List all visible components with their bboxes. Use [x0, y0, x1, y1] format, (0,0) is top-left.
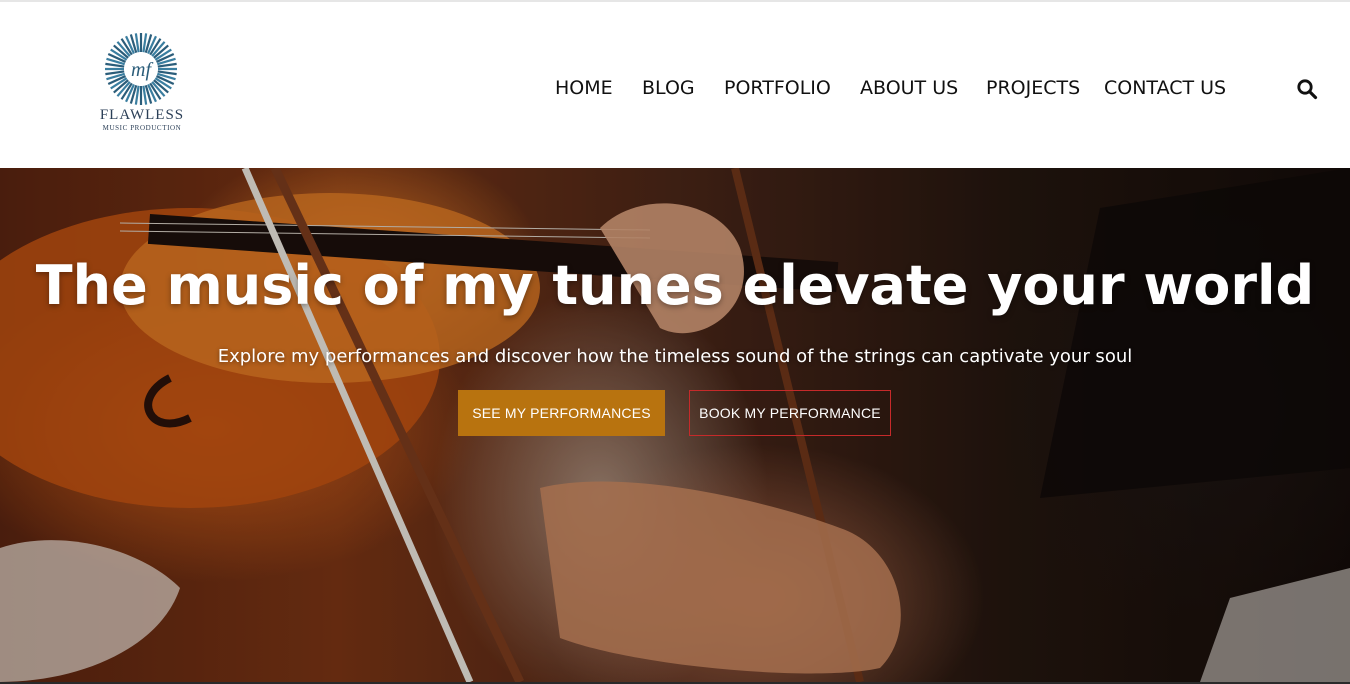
book-my-performance-button[interactable]: BOOK MY PERFORMANCE: [689, 390, 891, 436]
logo-monogram: mf: [131, 59, 153, 81]
hero-banner: The music of my tunes elevate your world…: [0, 168, 1350, 682]
brand-logo[interactable]: mf FLAWLESS MUSIC PRODUCTION: [88, 32, 196, 136]
brand-name: FLAWLESS: [99, 107, 185, 123]
nav-portfolio[interactable]: PORTFOLIO: [724, 74, 831, 102]
hero-dim-overlay: [0, 168, 1350, 682]
see-my-performances-button[interactable]: SEE MY PERFORMANCES: [458, 390, 665, 436]
nav-about-us[interactable]: ABOUT US: [860, 74, 958, 102]
site-header: mf FLAWLESS MUSIC PRODUCTION HOME BLOG P…: [0, 0, 1350, 168]
hero-subtitle: Explore my performances and discover how…: [217, 346, 1133, 367]
brand-tagline: MUSIC PRODUCTION: [102, 124, 182, 132]
nav-home[interactable]: HOME: [555, 74, 613, 102]
logo-sunburst-icon: mf: [105, 33, 177, 105]
hero-title: The music of my tunes elevate your world: [35, 254, 1315, 317]
search-icon[interactable]: [1296, 78, 1318, 100]
nav-contact-us[interactable]: CONTACT US: [1104, 74, 1226, 102]
nav-blog[interactable]: BLOG: [642, 74, 695, 102]
nav-projects[interactable]: PROJECTS: [986, 74, 1080, 102]
